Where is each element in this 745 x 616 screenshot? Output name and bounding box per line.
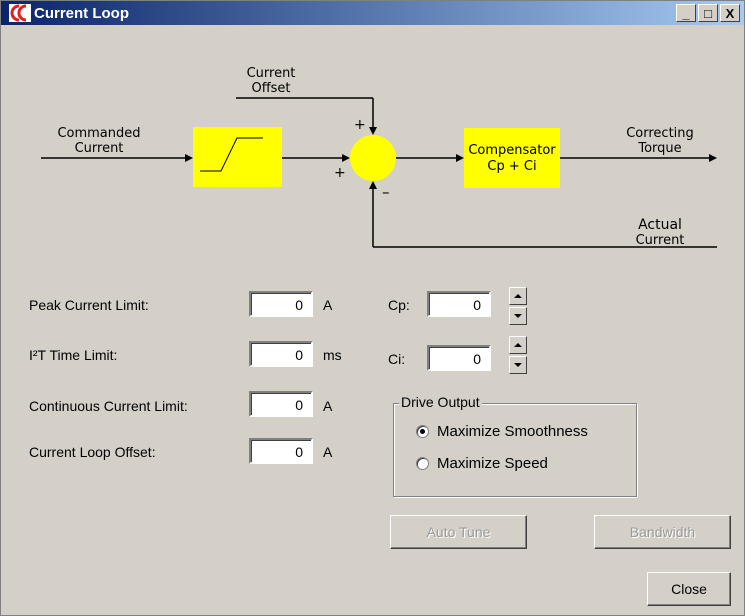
i2t-time-limit-label: I²T Time Limit:	[29, 347, 118, 363]
compensator-block	[464, 128, 560, 188]
plus-sign-top: +	[354, 117, 366, 133]
cp-input[interactable]: 0	[427, 291, 491, 317]
drive-output-group	[393, 403, 637, 497]
current-loop-diagram: Compensator Cp + Ci Current Offset Comma…	[41, 66, 717, 248]
compensator-label-2: Cp + Ci	[487, 159, 536, 174]
current-loop-window: Current Loop _ □ X Compensator Cp + Ci C…	[0, 0, 745, 616]
current-loop-offset-input[interactable]: 0	[249, 438, 313, 464]
plus-sign-left: +	[334, 165, 346, 181]
window-title: Current Loop	[34, 4, 129, 22]
continuous-current-limit-input[interactable]: 0	[249, 391, 313, 417]
current-loop-offset-unit: A	[323, 444, 333, 460]
app-logo-icon	[9, 4, 31, 22]
current-offset-label-2: Offset	[251, 81, 290, 96]
close-window-button[interactable]: X	[720, 4, 740, 22]
input-arrowhead	[185, 154, 193, 162]
correcting-torque-label-2: Torque	[637, 141, 681, 156]
ci-spin-down-button[interactable]	[509, 356, 527, 374]
down-arrow-icon	[514, 314, 522, 318]
close-button[interactable]: Close	[647, 572, 731, 606]
ci-label: Ci:	[388, 351, 406, 367]
peak-current-limit-input[interactable]: 0	[249, 291, 313, 317]
bandwidth-button[interactable]: Bandwidth	[594, 515, 731, 549]
cp-spin-up-button[interactable]	[509, 287, 527, 305]
maximize-smoothness-radio[interactable]: Maximize Smoothness	[416, 423, 588, 440]
ci-spin-up-button[interactable]	[509, 336, 527, 354]
cp-spinner[interactable]	[509, 287, 527, 325]
offset-arrowhead	[369, 127, 377, 135]
maximize-speed-label: Maximize Speed	[437, 455, 548, 472]
i2t-time-limit-input[interactable]: 0	[249, 341, 313, 367]
maximize-smoothness-label: Maximize Smoothness	[437, 423, 588, 440]
current-offset-label-1: Current	[247, 66, 296, 81]
limiter-block	[193, 127, 282, 187]
actual-current-label-1: Actual	[638, 217, 682, 233]
maximize-icon: □	[704, 5, 712, 21]
continuous-current-limit-label: Continuous Current Limit:	[29, 398, 188, 414]
ci-input[interactable]: 0	[427, 345, 491, 371]
maximize-button[interactable]: □	[698, 4, 718, 22]
ci-spinner[interactable]	[509, 336, 527, 374]
sum-out-arrowhead	[456, 154, 464, 162]
minimize-button[interactable]: _	[676, 4, 696, 22]
title-bar[interactable]: Current Loop _ □ X	[1, 1, 744, 25]
auto-tune-button[interactable]: Auto Tune	[390, 515, 527, 549]
correcting-torque-label-1: Correcting	[626, 126, 694, 141]
commanded-current-label-2: Current	[75, 141, 124, 156]
maximize-speed-radio[interactable]: Maximize Speed	[416, 455, 548, 472]
drive-output-legend: Drive Output	[399, 394, 482, 410]
up-arrow-icon	[514, 294, 522, 298]
peak-current-unit: A	[323, 297, 333, 313]
commanded-current-label-1: Commanded	[57, 126, 140, 141]
actual-current-label-2: Current	[636, 233, 685, 248]
output-arrowhead	[709, 154, 717, 162]
continuous-current-unit: A	[323, 398, 333, 414]
radio-unchecked-icon	[416, 457, 429, 470]
limiter-out-arrowhead	[342, 154, 350, 162]
cp-spin-down-button[interactable]	[509, 307, 527, 325]
current-loop-offset-label: Current Loop Offset:	[29, 444, 156, 460]
minus-sign: –	[382, 183, 390, 201]
compensator-label-1: Compensator	[468, 143, 556, 158]
feedback-arrowhead	[369, 181, 377, 189]
minimize-icon: _	[682, 5, 690, 21]
i2t-time-unit: ms	[323, 347, 342, 363]
cp-label: Cp:	[388, 297, 410, 313]
peak-current-limit-label: Peak Current Limit:	[29, 297, 149, 313]
up-arrow-icon	[514, 343, 522, 347]
summing-junction	[350, 135, 396, 181]
radio-checked-icon	[416, 425, 429, 438]
close-icon: X	[725, 5, 735, 21]
down-arrow-icon	[514, 363, 522, 367]
